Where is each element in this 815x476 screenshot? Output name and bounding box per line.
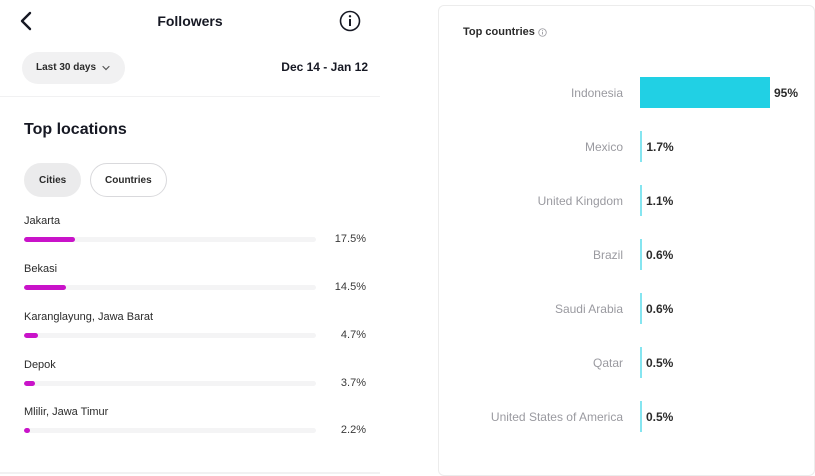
progress-fill bbox=[24, 428, 31, 433]
location-percent: 4.7% bbox=[340, 329, 366, 341]
info-icon[interactable] bbox=[339, 10, 361, 32]
list-item: Depok 3.7% bbox=[24, 359, 369, 403]
location-percent: 17.5% bbox=[334, 233, 366, 245]
progress-track bbox=[24, 285, 316, 290]
location-name: Jakarta bbox=[24, 215, 61, 227]
progress-fill bbox=[24, 381, 35, 386]
country-bar bbox=[640, 77, 770, 108]
chevron-down-icon bbox=[102, 65, 110, 71]
info-small-icon[interactable] bbox=[538, 27, 547, 37]
country-bar bbox=[640, 239, 642, 270]
country-name: United States of America bbox=[490, 410, 623, 424]
country-bar bbox=[640, 185, 642, 216]
progress-track bbox=[24, 381, 316, 386]
country-name: Qatar bbox=[592, 356, 623, 370]
country-percent: 0.6% bbox=[646, 302, 674, 316]
progress-track bbox=[24, 237, 316, 242]
country-percent: 1.7% bbox=[646, 140, 674, 154]
country-percent: 95% bbox=[774, 86, 799, 100]
top-countries-title: Top countries bbox=[463, 26, 547, 38]
country-name: Indonesia bbox=[570, 86, 623, 100]
list-item: Bekasi 14.5% bbox=[24, 263, 369, 307]
location-name: Depok bbox=[24, 359, 56, 371]
country-percent: 0.5% bbox=[646, 410, 674, 424]
followers-panel: Followers Last 30 days Dec 14 - Jan 12 T… bbox=[0, 0, 380, 476]
progress-fill bbox=[24, 237, 75, 242]
country-name: Saudi Arabia bbox=[554, 302, 623, 316]
country-row: Saudi Arabia 0.6% bbox=[439, 292, 815, 326]
location-name: Karanglayung, Jawa Barat bbox=[24, 311, 154, 323]
progress-fill bbox=[24, 285, 66, 290]
top-bar: Followers bbox=[0, 0, 380, 44]
country-row: United Kingdom 1.1% bbox=[439, 184, 815, 218]
top-countries-title-text: Top countries bbox=[463, 26, 535, 38]
page-title: Followers bbox=[157, 13, 223, 29]
country-row: Mexico 1.7% bbox=[439, 130, 815, 164]
progress-track bbox=[24, 333, 316, 338]
country-bar bbox=[640, 347, 642, 378]
list-item: Jakarta 17.5% bbox=[24, 215, 369, 259]
country-percent: 0.6% bbox=[646, 248, 674, 262]
location-name: Mlilir, Jawa Timur bbox=[24, 406, 109, 418]
country-row: Indonesia 95% bbox=[439, 76, 815, 110]
progress-fill bbox=[24, 333, 38, 338]
location-percent: 3.7% bbox=[340, 377, 366, 389]
top-locations-title: Top locations bbox=[24, 121, 127, 138]
divider bbox=[0, 472, 380, 474]
country-bar bbox=[640, 131, 643, 162]
top-countries-card: Top countries Indonesia 95% Mexico 1.7% … bbox=[438, 5, 815, 476]
progress-track bbox=[24, 428, 316, 433]
list-item: Karanglayung, Jawa Barat 4.7% bbox=[24, 311, 369, 355]
country-row: Qatar 0.5% bbox=[439, 346, 815, 380]
country-row: Brazil 0.6% bbox=[439, 238, 815, 272]
country-bar bbox=[640, 401, 642, 432]
country-name: Mexico bbox=[584, 140, 623, 154]
country-row: United States of America 0.5% bbox=[439, 400, 815, 434]
country-percent: 1.1% bbox=[646, 194, 674, 208]
date-range-dropdown[interactable]: Last 30 days bbox=[22, 52, 126, 84]
location-percent: 14.5% bbox=[334, 281, 366, 293]
location-name: Bekasi bbox=[24, 263, 58, 275]
date-range-dropdown-label: Last 30 days bbox=[36, 62, 97, 73]
tab-cities[interactable]: Cities bbox=[24, 163, 82, 197]
country-name: United Kingdom bbox=[537, 194, 623, 208]
country-percent: 0.5% bbox=[646, 356, 674, 370]
location-percent: 2.2% bbox=[340, 424, 366, 436]
list-item: Mlilir, Jawa Timur 2.2% bbox=[24, 406, 369, 450]
country-bar bbox=[640, 293, 642, 324]
divider bbox=[0, 96, 380, 97]
tab-countries[interactable]: Countries bbox=[90, 163, 167, 197]
date-range-text: Dec 14 - Jan 12 bbox=[281, 60, 368, 74]
country-name: Brazil bbox=[592, 248, 623, 262]
